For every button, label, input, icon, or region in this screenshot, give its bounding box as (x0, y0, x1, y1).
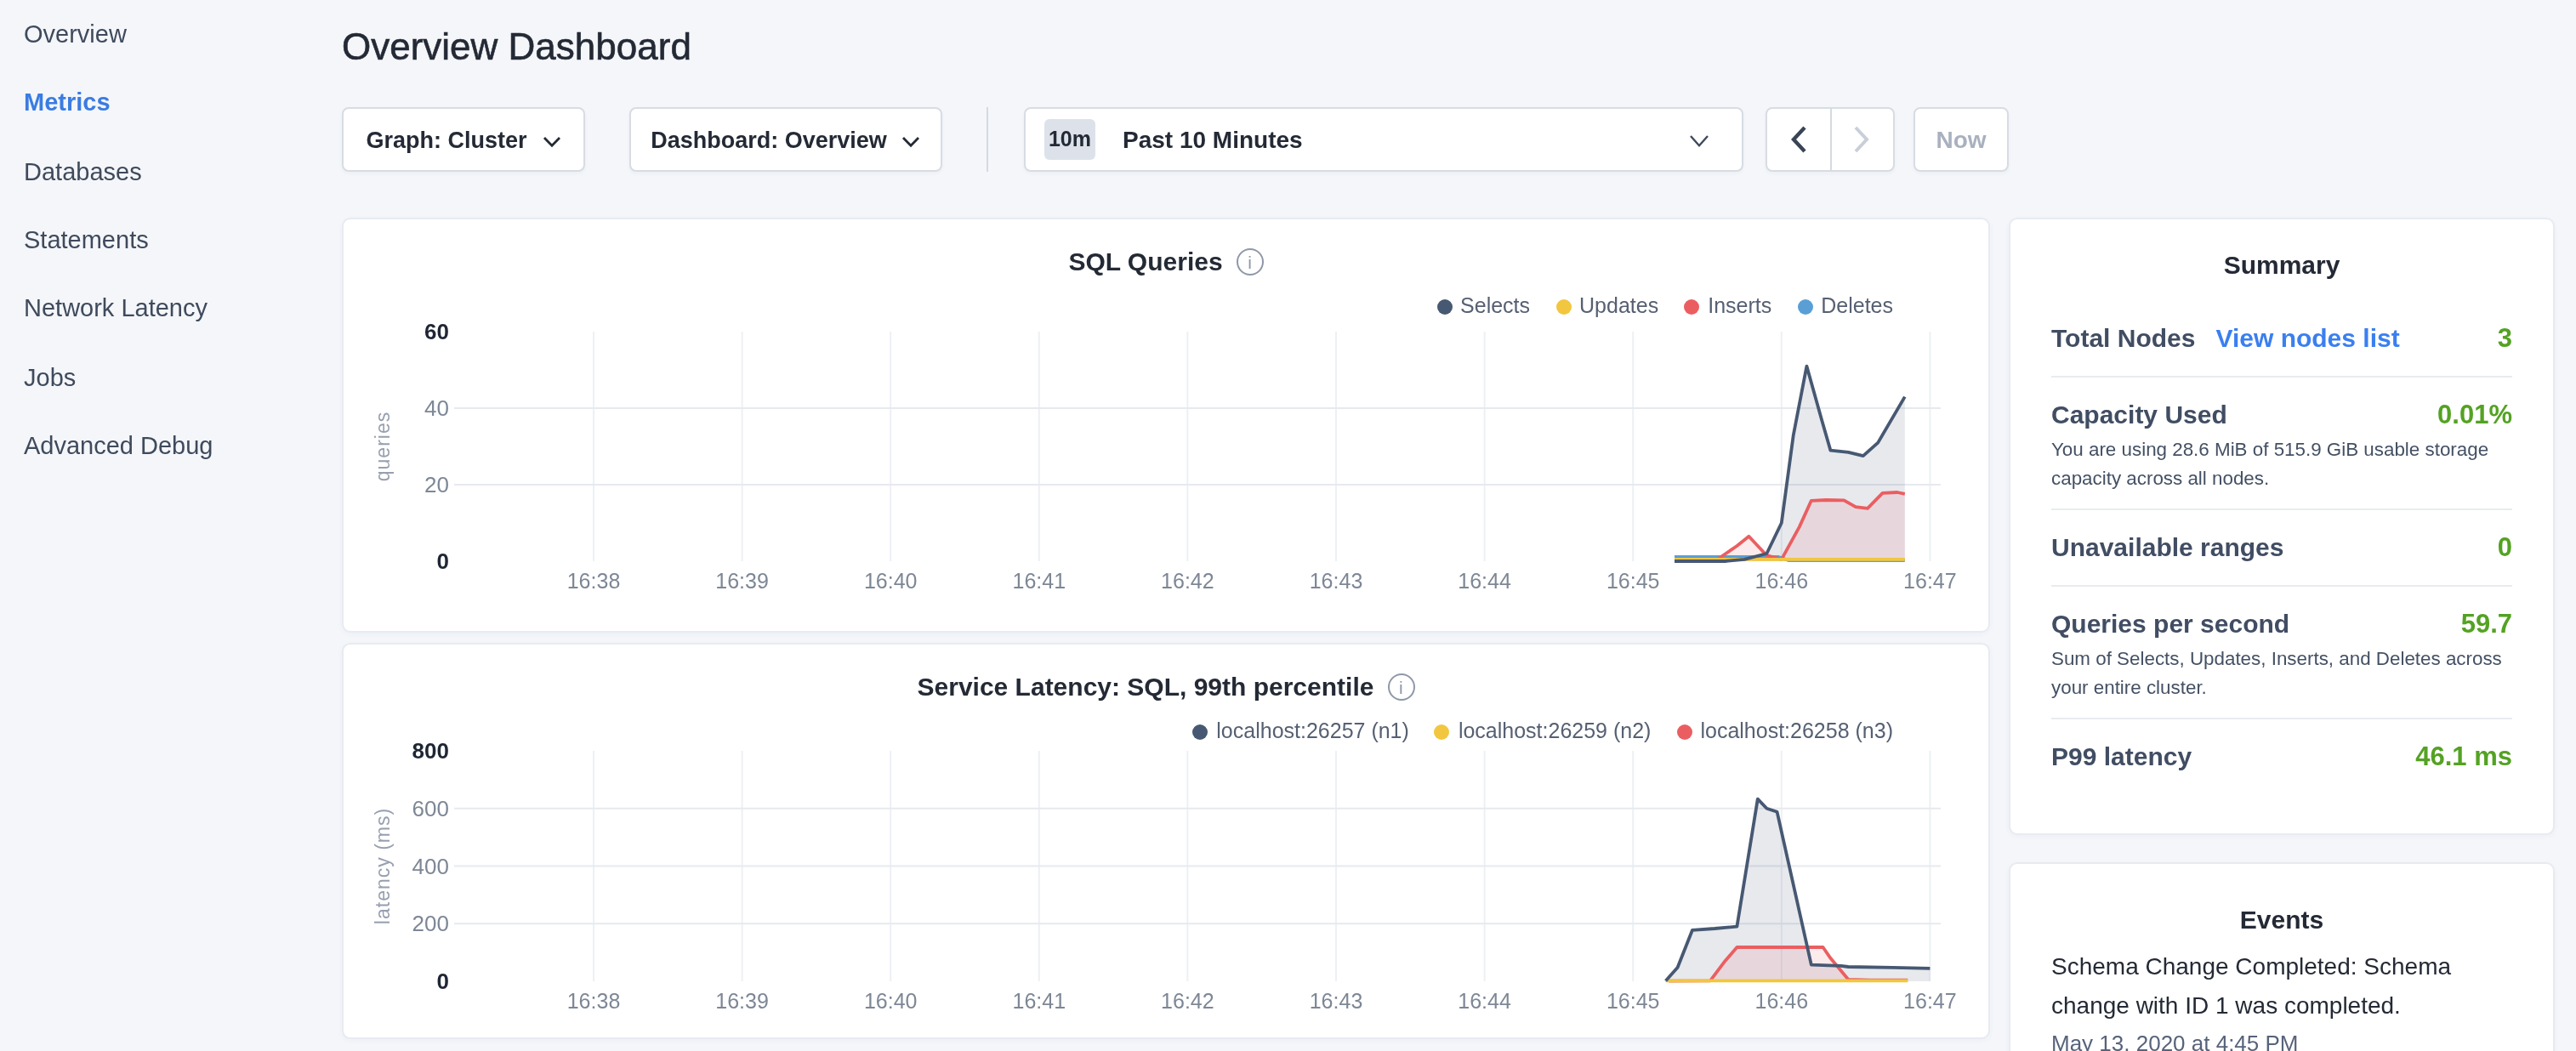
qps-desc: Sum of Selects, Updates, Inserts, and De… (2051, 644, 2512, 703)
svg-text:16:41: 16:41 (1013, 569, 1066, 593)
qps-value: 59.7 (2461, 608, 2512, 639)
events-title: Events (2051, 864, 2512, 934)
svg-text:16:43: 16:43 (1310, 989, 1363, 1013)
svg-text:16:44: 16:44 (1458, 989, 1511, 1013)
unavailable-label: Unavailable ranges (2051, 532, 2283, 561)
chevron-down-icon (1689, 134, 1709, 148)
time-range-label: Past 10 Minutes (1123, 126, 1303, 153)
svg-text:16:46: 16:46 (1755, 989, 1809, 1013)
svg-text:16:39: 16:39 (715, 569, 769, 593)
sql-queries-chart-panel: SQL Queries i SelectsUpdatesInsertsDelet… (342, 218, 1990, 633)
svg-text:40: 40 (424, 395, 449, 421)
capacity-desc: You are using 28.6 MiB of 515.9 GiB usab… (2051, 435, 2512, 494)
page: OverviewMetricsDatabasesStatementsNetwor… (0, 0, 2576, 1051)
svg-text:16:47: 16:47 (1903, 569, 1957, 593)
latency-chart: 0 200 400 600 800 16:38 16:39 16:40 16:41 16:42 16… (344, 645, 1992, 1041)
summary-panel: Summary Total Nodes View nodes list 3 Ca… (2009, 218, 2555, 835)
svg-text:queries: queries (372, 412, 394, 481)
divider (2051, 375, 2512, 377)
summary-title: Summary (2051, 219, 2512, 279)
svg-text:600: 600 (412, 796, 449, 821)
chevron-left-icon (1791, 126, 1806, 153)
qps-label: Queries per second (2051, 608, 2289, 637)
dashboard-dropdown-label: Dashboard: Overview (651, 127, 887, 152)
graph-dropdown[interactable]: Graph: Cluster (342, 107, 585, 172)
divider (2051, 718, 2512, 719)
event-item-time: May 13, 2020 at 4:45 PM (2051, 1031, 2512, 1051)
svg-text:16:47: 16:47 (1903, 989, 1957, 1013)
svg-text:latency (ms): latency (ms) (372, 808, 394, 924)
svg-text:16:46: 16:46 (1755, 569, 1809, 593)
sidebar: OverviewMetricsDatabasesStatementsNetwor… (0, 0, 342, 1051)
capacity-value: 0.01% (2437, 399, 2512, 429)
sidebar-item-advanced-debug[interactable]: Advanced Debug (0, 412, 342, 480)
svg-text:200: 200 (412, 911, 449, 936)
graph-dropdown-label: Graph: Cluster (366, 127, 526, 152)
sidebar-item-network-latency[interactable]: Network Latency (0, 274, 342, 343)
summary-row-qps: Queries per second 59.7 (2051, 608, 2512, 639)
summary-row-p99: P99 latency 46.1 ms (2051, 741, 2512, 772)
event-item-text: Schema Change Completed: Schema change w… (2051, 947, 2512, 1024)
p99-label: P99 latency (2051, 741, 2192, 770)
svg-text:20: 20 (424, 472, 449, 497)
total-nodes-label: Total Nodes (2051, 323, 2195, 352)
time-forward-button[interactable] (1831, 109, 1893, 170)
time-range-badge: 10m (1044, 119, 1095, 160)
sidebar-item-databases[interactable]: Databases (0, 137, 342, 206)
sidebar-item-jobs[interactable]: Jobs (0, 343, 342, 412)
svg-text:0: 0 (437, 548, 449, 574)
sidebar-nav: OverviewMetricsDatabasesStatementsNetwor… (0, 0, 342, 480)
divider (2051, 508, 2512, 510)
sidebar-item-metrics[interactable]: Metrics (0, 69, 342, 138)
svg-text:16:38: 16:38 (567, 569, 621, 593)
svg-text:16:39: 16:39 (715, 989, 769, 1013)
svg-text:16:45: 16:45 (1606, 569, 1660, 593)
view-nodes-link[interactable]: View nodes list (2215, 323, 2399, 352)
sql-queries-chart: 0 20 40 60 16:38 16:39 16:40 16:41 16:42 16:43 16:… (344, 219, 1992, 634)
now-button[interactable]: Now (1914, 107, 2009, 172)
svg-text:16:40: 16:40 (864, 569, 918, 593)
svg-text:16:40: 16:40 (864, 989, 918, 1013)
sidebar-item-overview[interactable]: Overview (0, 0, 342, 69)
time-back-button[interactable] (1767, 109, 1829, 170)
divider (2051, 584, 2512, 586)
controls-bar: Graph: Cluster Dashboard: Overview 10m P… (342, 107, 2009, 172)
svg-text:16:45: 16:45 (1606, 989, 1660, 1013)
unavailable-value: 0 (2498, 532, 2512, 563)
chevron-right-icon (1855, 126, 1870, 153)
chevron-down-icon (543, 135, 561, 147)
total-nodes-value: 3 (2498, 323, 2512, 354)
svg-text:400: 400 (412, 854, 449, 879)
time-range-selector[interactable]: 10m Past 10 Minutes (1024, 107, 1743, 172)
svg-text:16:44: 16:44 (1458, 569, 1511, 593)
svg-text:16:41: 16:41 (1013, 989, 1066, 1013)
svg-text:16:42: 16:42 (1161, 569, 1214, 593)
svg-text:16:42: 16:42 (1161, 989, 1214, 1013)
svg-text:60: 60 (424, 319, 449, 344)
summary-row-capacity: Capacity Used 0.01% (2051, 399, 2512, 429)
chevron-down-icon (902, 135, 921, 147)
svg-text:16:43: 16:43 (1310, 569, 1363, 593)
controls-divider (987, 107, 988, 172)
summary-row-unavailable: Unavailable ranges 0 (2051, 532, 2512, 563)
page-title: Overview Dashboard (342, 26, 691, 70)
latency-chart-panel: Service Latency: SQL, 99th percentile i … (342, 643, 1990, 1039)
capacity-label: Capacity Used (2051, 399, 2227, 428)
sidebar-item-statements[interactable]: Statements (0, 206, 342, 275)
events-panel: Events Schema Change Completed: Schema c… (2009, 862, 2555, 1051)
svg-text:800: 800 (412, 738, 449, 764)
p99-value: 46.1 ms (2415, 741, 2512, 772)
dashboard-dropdown[interactable]: Dashboard: Overview (629, 107, 942, 172)
summary-row-total-nodes: Total Nodes View nodes list 3 (2051, 323, 2512, 354)
time-step-buttons (1766, 107, 1895, 172)
svg-text:0: 0 (437, 969, 449, 994)
svg-text:16:38: 16:38 (567, 989, 621, 1013)
